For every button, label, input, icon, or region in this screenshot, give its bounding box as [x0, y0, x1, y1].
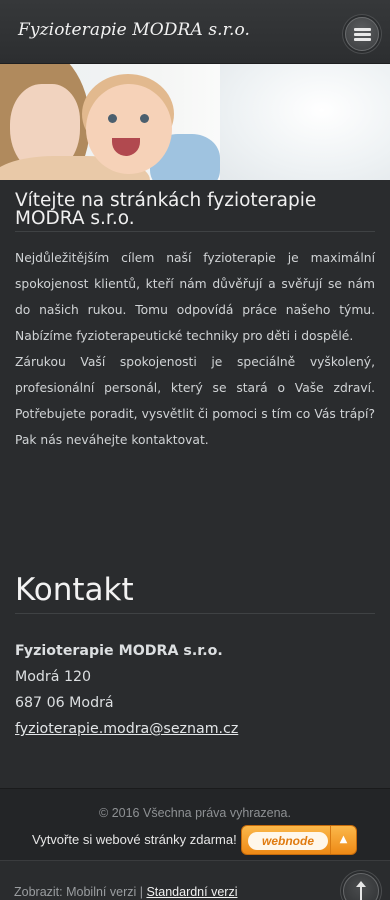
contact-city: 687 06 Modrá [15, 695, 114, 711]
divider [15, 613, 375, 614]
copyright: © 2016 Všechna práva vyhrazena. [99, 806, 291, 820]
view-switch: Zobrazit: Mobilní verzi | Standardní ver… [14, 885, 237, 899]
contact-heading: Kontakt [15, 572, 134, 608]
view-switch-label: Zobrazit: Mobilní verzi | [14, 885, 147, 899]
contact-street: Modrá 120 [15, 669, 92, 685]
page-title: Vítejte na stránkách fyzioterapie MODRA … [15, 190, 317, 229]
intro-paragraph: Zárukou Vaší spokojenosti je speciálně v… [15, 355, 375, 447]
chevron-up-icon: ▲ [330, 826, 356, 854]
site-title[interactable]: Fyzioterapie MODRA s.r.o. [18, 20, 250, 40]
contact-email-link[interactable]: fyzioterapie.modra@seznam.cz [15, 721, 238, 737]
hero-image [0, 64, 390, 180]
menu-button[interactable] [345, 17, 379, 51]
site-header: Fyzioterapie MODRA s.r.o. [0, 0, 390, 64]
back-to-top-button[interactable] [343, 873, 379, 900]
hamburger-menu-icon [354, 28, 371, 31]
standard-version-link[interactable]: Standardní verzi [146, 885, 237, 899]
site-footer: © 2016 Všechna práva vyhrazena. Vytvořte… [0, 788, 390, 860]
divider [15, 231, 375, 232]
intro-paragraph: Nejdůležitějším cílem naší fyzioterapie … [15, 251, 375, 343]
view-switch-bar: Zobrazit: Mobilní verzi | Standardní ver… [0, 860, 390, 900]
promo-text: Vytvořte si webové stránky zdarma! [32, 832, 237, 847]
webnode-logo: webnode [248, 832, 328, 850]
webnode-button[interactable]: webnode ▲ [241, 825, 357, 855]
contact-company: Fyzioterapie MODRA s.r.o. [15, 643, 223, 659]
